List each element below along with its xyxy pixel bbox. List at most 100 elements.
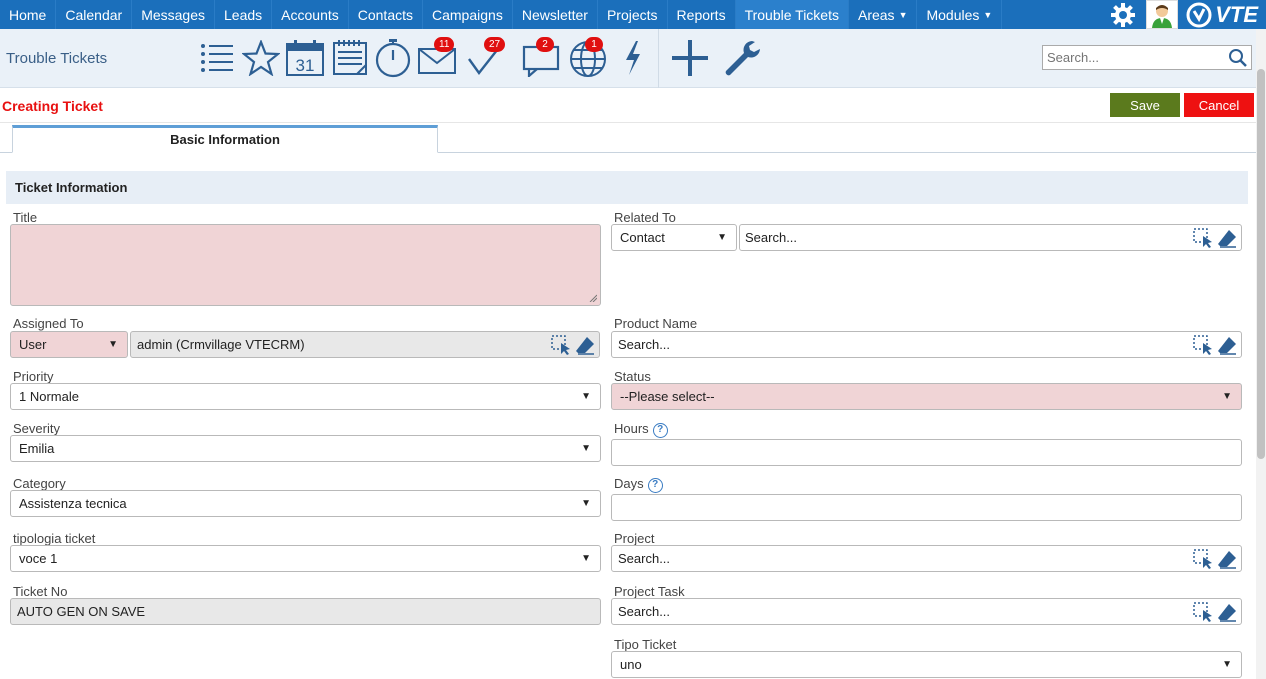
- nav-newsletter[interactable]: Newsletter: [513, 0, 598, 29]
- project-label: Project: [614, 531, 655, 546]
- checkmark-icon[interactable]: 27: [464, 37, 506, 79]
- ticket-no-label: Ticket No: [13, 584, 68, 599]
- avatar[interactable]: [1146, 0, 1179, 29]
- nav-accounts[interactable]: Accounts: [272, 0, 349, 29]
- select-cursor-icon[interactable]: [1193, 335, 1213, 355]
- nav-home[interactable]: Home: [0, 0, 57, 29]
- select-cursor-icon[interactable]: [1193, 228, 1213, 248]
- notes-icon[interactable]: [329, 37, 371, 79]
- days-input[interactable]: [611, 494, 1242, 521]
- related-tools: [1193, 228, 1237, 248]
- global-search-input[interactable]: [1043, 46, 1223, 69]
- select-cursor-icon[interactable]: [1193, 549, 1213, 569]
- globe-badge: 1: [585, 37, 603, 52]
- chat-icon[interactable]: 2: [520, 37, 562, 79]
- lightning-icon[interactable]: [612, 37, 654, 79]
- days-label-row: Days?: [614, 476, 663, 493]
- tipo-ticket-select[interactable]: uno ▼: [611, 651, 1242, 678]
- nav-trouble-tickets[interactable]: Trouble Tickets: [735, 0, 849, 29]
- calendar-icon[interactable]: 31: [284, 37, 326, 79]
- page-title: Creating Ticket: [2, 98, 103, 114]
- calendar-day: 31: [296, 56, 315, 75]
- globe-icon[interactable]: 1: [567, 37, 609, 79]
- assigned-to-label: Assigned To: [13, 316, 84, 331]
- search-icon[interactable]: [1228, 48, 1248, 71]
- severity-label: Severity: [13, 421, 60, 436]
- eraser-icon[interactable]: [1217, 335, 1237, 355]
- category-select[interactable]: Assistenza tecnica ▼: [10, 490, 601, 517]
- hours-input[interactable]: [611, 439, 1242, 466]
- eraser-icon[interactable]: [575, 335, 595, 355]
- title-textarea[interactable]: [10, 224, 601, 306]
- help-icon[interactable]: ?: [647, 478, 663, 493]
- toolbar-divider: [658, 29, 659, 88]
- tab-basic-information[interactable]: Basic Information: [12, 125, 438, 153]
- star-icon[interactable]: [240, 37, 282, 79]
- chat-badge: 2: [536, 37, 554, 52]
- days-label: Days: [614, 476, 644, 491]
- related-to-field[interactable]: Search...: [739, 224, 1242, 251]
- list-icon[interactable]: [196, 37, 238, 79]
- tipologia-ticket-select[interactable]: voce 1 ▼: [10, 545, 601, 572]
- priority-label: Priority: [13, 369, 54, 384]
- gear-icon[interactable]: [1108, 0, 1138, 29]
- severity-value: Emilia: [19, 441, 55, 456]
- assigned-tools: [551, 335, 595, 355]
- ticket-no-field: AUTO GEN ON SAVE: [10, 598, 601, 625]
- project-task-value: Search...: [618, 604, 671, 619]
- stopwatch-icon[interactable]: [372, 37, 414, 79]
- select-cursor-icon[interactable]: [551, 335, 571, 355]
- nav-areas-label: Areas: [857, 6, 895, 23]
- nav-messages[interactable]: Messages: [132, 0, 215, 29]
- severity-select[interactable]: Emilia ▼: [10, 435, 601, 462]
- dropdown-arrow-icon: ▼: [581, 391, 591, 402]
- select-cursor-icon[interactable]: [1193, 602, 1213, 622]
- project-task-tools: [1193, 602, 1237, 622]
- status-label: Status: [614, 369, 651, 384]
- related-type-value: Contact: [620, 230, 665, 245]
- mail-icon[interactable]: 11: [416, 37, 458, 79]
- assigned-to-field[interactable]: admin (Crmvillage VTECRM): [130, 331, 600, 358]
- nav-leads[interactable]: Leads: [215, 0, 273, 29]
- status-select[interactable]: --Please select-- ▼: [611, 383, 1242, 410]
- project-field[interactable]: Search...: [611, 545, 1242, 572]
- nav-calendar[interactable]: Calendar: [56, 0, 133, 29]
- help-icon[interactable]: ?: [652, 423, 668, 438]
- nav-campaigns[interactable]: Campaigns: [423, 0, 513, 29]
- module-toolbar: Trouble Tickets 31 11 27 2 1: [0, 29, 1266, 88]
- nav-modules[interactable]: Modules ▼: [917, 0, 1003, 29]
- project-task-field[interactable]: Search...: [611, 598, 1242, 625]
- product-name-value: Search...: [618, 337, 671, 352]
- assigned-type-value: User: [19, 337, 47, 352]
- nav-contacts[interactable]: Contacts: [349, 0, 423, 29]
- save-button[interactable]: Save: [1110, 93, 1180, 117]
- resize-grip-icon[interactable]: [589, 294, 597, 302]
- scrollbar[interactable]: [1256, 29, 1266, 679]
- mail-badge: 11: [434, 37, 455, 52]
- dropdown-arrow-icon: ▼: [581, 498, 591, 509]
- dropdown-arrow-icon: ▼: [108, 339, 118, 350]
- plus-icon[interactable]: [669, 37, 711, 79]
- wrench-icon[interactable]: [721, 37, 763, 79]
- project-task-label: Project Task: [614, 584, 685, 599]
- top-navigation: Home Calendar Messages Leads Accounts Co…: [0, 0, 1266, 29]
- chevron-down-icon: ▼: [983, 9, 993, 20]
- dropdown-arrow-icon: ▼: [1222, 659, 1232, 670]
- product-name-field[interactable]: Search...: [611, 331, 1242, 358]
- nav-right-area: VTE: [1108, 0, 1266, 29]
- nav-modules-label: Modules: [926, 6, 980, 23]
- logo-text: VTE: [1215, 1, 1258, 27]
- nav-areas[interactable]: Areas ▼: [849, 0, 918, 29]
- eraser-icon[interactable]: [1217, 228, 1237, 248]
- eraser-icon[interactable]: [1217, 602, 1237, 622]
- cancel-button[interactable]: Cancel: [1184, 93, 1254, 117]
- eraser-icon[interactable]: [1217, 549, 1237, 569]
- scrollbar-thumb[interactable]: [1257, 69, 1265, 459]
- module-title[interactable]: Trouble Tickets: [6, 50, 107, 67]
- nav-reports[interactable]: Reports: [668, 0, 736, 29]
- assigned-type-select[interactable]: User ▼: [10, 331, 128, 358]
- related-type-select[interactable]: Contact ▼: [611, 224, 737, 251]
- dropdown-arrow-icon: ▼: [581, 443, 591, 454]
- priority-select[interactable]: 1 Normale ▼: [10, 383, 601, 410]
- nav-projects[interactable]: Projects: [598, 0, 668, 29]
